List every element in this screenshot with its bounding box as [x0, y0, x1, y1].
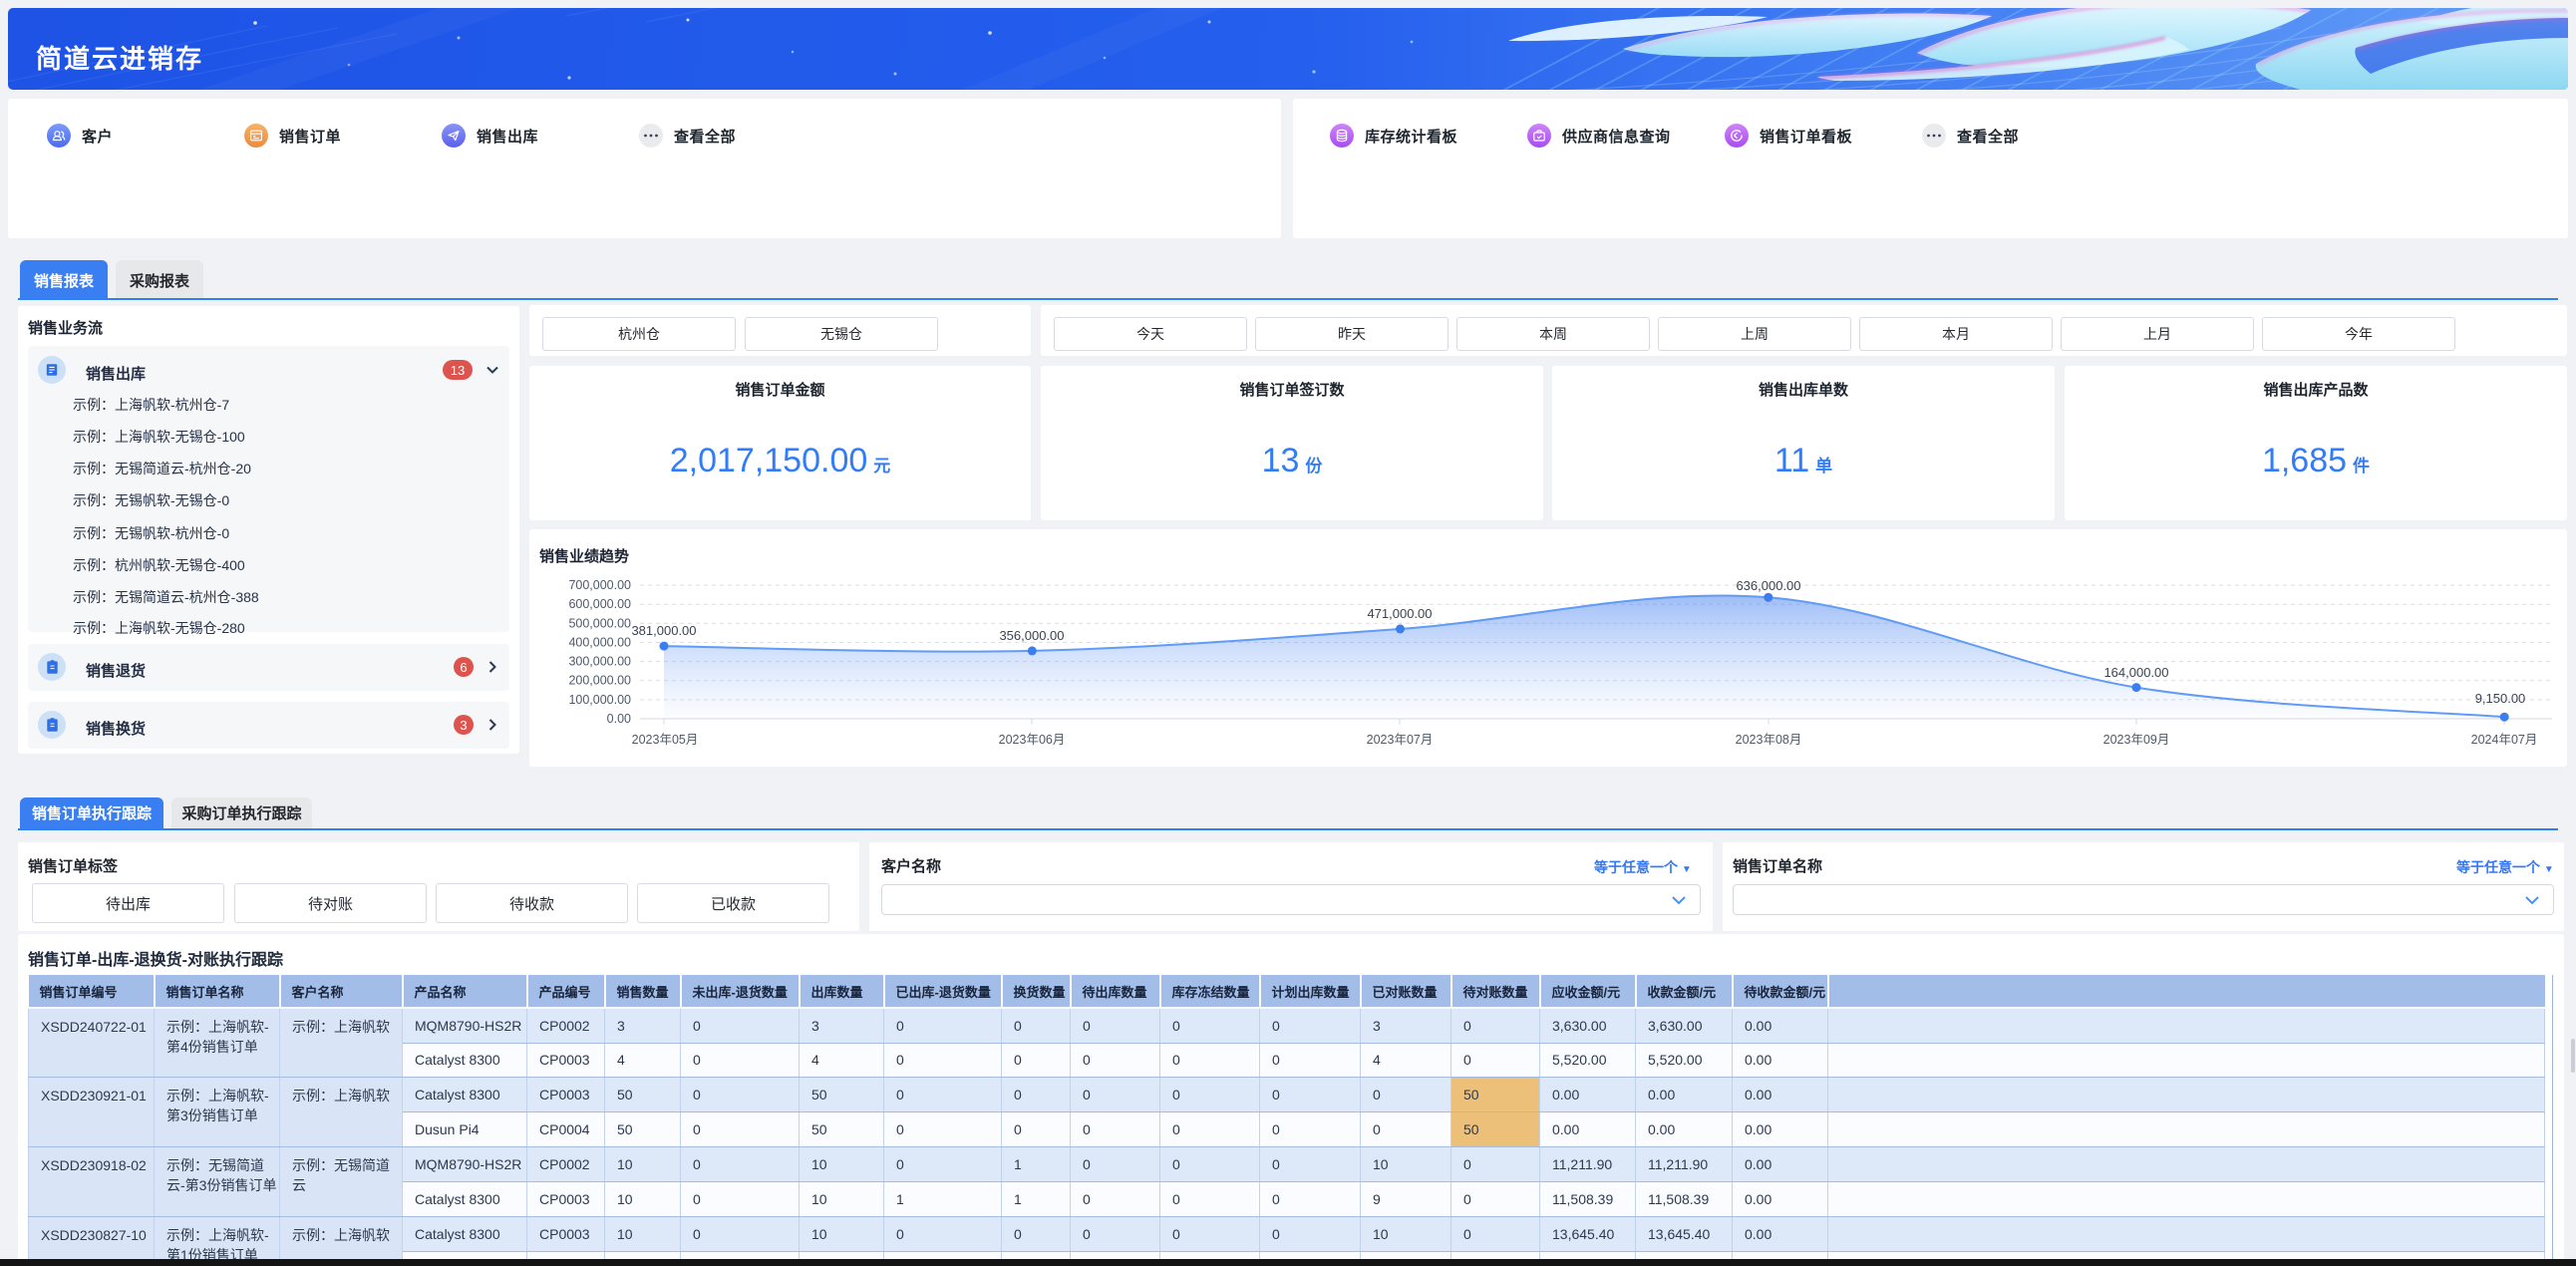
svg-text:2024年07月: 2024年07月	[2471, 733, 2538, 747]
svg-text:100,000.00: 100,000.00	[568, 693, 631, 707]
svg-text:600,000.00: 600,000.00	[568, 597, 631, 611]
svg-text:356,000.00: 356,000.00	[999, 628, 1064, 643]
svg-text:500,000.00: 500,000.00	[568, 616, 631, 630]
svg-text:700,000.00: 700,000.00	[568, 578, 631, 592]
svg-text:636,000.00: 636,000.00	[1736, 578, 1800, 593]
svg-text:300,000.00: 300,000.00	[568, 655, 631, 669]
svg-text:381,000.00: 381,000.00	[631, 623, 696, 638]
svg-text:2023年07月: 2023年07月	[1367, 733, 1434, 747]
svg-text:400,000.00: 400,000.00	[568, 635, 631, 649]
svg-text:200,000.00: 200,000.00	[568, 674, 631, 688]
svg-text:2023年08月: 2023年08月	[1736, 733, 1802, 747]
svg-text:2023年05月: 2023年05月	[632, 733, 699, 747]
svg-text:0.00: 0.00	[607, 712, 631, 726]
svg-text:471,000.00: 471,000.00	[1367, 606, 1432, 621]
svg-text:164,000.00: 164,000.00	[2103, 665, 2168, 680]
svg-text:2023年09月: 2023年09月	[2103, 733, 2170, 747]
svg-text:2023年06月: 2023年06月	[999, 733, 1066, 747]
svg-text:9,150.00: 9,150.00	[2475, 691, 2526, 706]
